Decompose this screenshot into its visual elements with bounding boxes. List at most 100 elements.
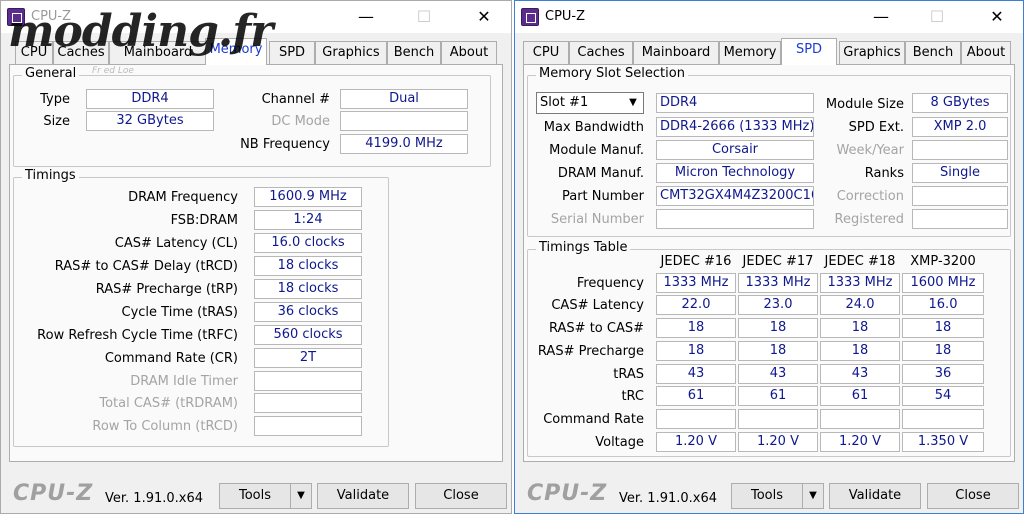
general-title: General <box>22 66 80 81</box>
tab-cpu[interactable]: CPU <box>523 41 569 65</box>
table-cell: 1333 MHz <box>820 273 900 293</box>
tab-graphics[interactable]: Graphics <box>315 41 387 65</box>
table-cell: 16.0 <box>902 295 984 315</box>
timing-value: 16.0 clocks <box>254 233 362 253</box>
ranks-value: Single <box>912 163 1008 183</box>
ranks-label: Ranks <box>864 166 904 181</box>
tools-button[interactable]: Tools <box>219 483 291 509</box>
cpuz-window-spd: CPU-Z — ☐ ✕ CPU Caches Mainboard Memory … <box>514 0 1024 514</box>
table-cell <box>902 409 984 429</box>
channel-value: Dual <box>340 89 468 109</box>
maximize-icon: ☐ <box>929 7 945 26</box>
timing-label: Cycle Time (tRAS) <box>121 305 239 320</box>
table-cell: 18 <box>656 341 736 361</box>
tab-about[interactable]: About <box>961 41 1011 65</box>
table-cell <box>738 409 818 429</box>
title-bar[interactable]: CPU-Z — ☐ ✕ <box>515 1 1023 33</box>
table-cell: 1.20 V <box>820 432 900 452</box>
minimize-icon[interactable]: — <box>871 7 891 27</box>
tools-button[interactable]: Tools <box>731 483 803 509</box>
week-year-label: Week/Year <box>836 143 904 158</box>
tab-bench[interactable]: Bench <box>387 41 441 65</box>
tab-spd[interactable]: SPD <box>781 38 837 65</box>
registered-value <box>912 209 1008 229</box>
table-cell: 61 <box>820 386 900 406</box>
tab-cpu[interactable]: CPU <box>15 41 53 65</box>
timing-label: CAS# Latency (CL) <box>114 236 238 251</box>
table-cell: 43 <box>656 364 736 384</box>
timing-label: Row To Column (tRCD) <box>92 419 238 434</box>
version-label: Ver. 1.91.0.x64 <box>105 491 204 506</box>
table-cell: 43 <box>820 364 900 384</box>
timings-table-group: Timings Table JEDEC #16 JEDEC #17 JEDEC … <box>527 240 1011 457</box>
serial-number-label: Serial Number <box>550 212 644 227</box>
timing-label: Total CAS# (tRDRAM) <box>99 396 238 411</box>
tab-bench[interactable]: Bench <box>905 41 961 65</box>
tab-caches[interactable]: Caches <box>569 41 633 65</box>
tab-graphics[interactable]: Graphics <box>839 41 905 65</box>
size-label: Size <box>43 114 70 129</box>
tab-mainboard[interactable]: Mainboard <box>633 41 719 65</box>
tab-spd[interactable]: SPD <box>269 41 315 65</box>
row-label: tRAS <box>613 367 644 382</box>
column-header: XMP-3200 <box>910 254 976 269</box>
close-button[interactable]: Close <box>927 483 1019 509</box>
minimize-icon[interactable]: — <box>356 7 376 27</box>
slot-selection-title: Memory Slot Selection <box>536 66 688 81</box>
channel-label: Channel # <box>261 92 330 107</box>
timing-value <box>254 416 362 436</box>
table-cell: 18 <box>902 341 984 361</box>
part-number-value: CMT32GX4M4Z3200C16 <box>656 186 814 206</box>
dram-manuf-label: DRAM Manuf. <box>557 166 644 181</box>
close-icon[interactable]: ✕ <box>474 7 494 27</box>
row-label: tRC <box>621 389 644 404</box>
timings-group: Timings DRAM Frequency 1600.9 MHz FSB:DR… <box>13 168 389 447</box>
tab-memory[interactable]: Memory <box>719 41 781 65</box>
timings-table-title: Timings Table <box>536 240 631 255</box>
timing-label: DRAM Idle Timer <box>130 374 238 389</box>
timing-label: Command Rate (CR) <box>104 351 238 366</box>
cpuz-window-memory: CPU-Z — ☐ ✕ CPU Caches Mainboard Memory … <box>0 0 512 514</box>
tools-dropdown-icon[interactable]: ▼ <box>290 483 312 509</box>
row-label: RAS# Precharge <box>537 344 644 359</box>
timing-value: 2T <box>254 348 362 368</box>
row-label: CAS# Latency <box>551 298 644 313</box>
close-icon[interactable]: ✕ <box>987 7 1007 27</box>
tools-dropdown-icon[interactable]: ▼ <box>802 483 824 509</box>
correction-value <box>912 186 1008 206</box>
nb-frequency-value: 4199.0 MHz <box>340 134 468 154</box>
size-value: 32 GBytes <box>86 111 214 131</box>
serial-number-value <box>656 209 814 229</box>
dram-manuf-value: Micron Technology <box>656 163 814 183</box>
table-cell: 18 <box>820 318 900 338</box>
dc-mode-label: DC Mode <box>271 114 330 129</box>
tab-about[interactable]: About <box>441 41 497 65</box>
memory-panel: General Type DDR4 Size 32 GBytes Channel… <box>9 64 503 462</box>
slot-select[interactable]: Slot #1 ▼ <box>536 92 644 114</box>
table-cell: 23.0 <box>738 295 818 315</box>
tab-mainboard[interactable]: Mainboard <box>109 41 207 65</box>
watermark-subtext: Fr ed Loe <box>92 66 134 76</box>
timing-value: 560 clocks <box>254 325 362 345</box>
window-title: CPU-Z <box>545 9 586 24</box>
part-number-label: Part Number <box>561 189 644 204</box>
timing-value: 18 clocks <box>254 256 362 276</box>
validate-button[interactable]: Validate <box>317 483 409 509</box>
timing-label: FSB:DRAM <box>170 213 238 228</box>
module-manuf-label: Module Manuf. <box>549 143 644 158</box>
cpuz-brand-logo: CPU-Z <box>527 481 608 506</box>
timing-value: 36 clocks <box>254 302 362 322</box>
tab-caches[interactable]: Caches <box>53 41 109 65</box>
cpuz-app-icon <box>7 8 25 26</box>
module-size-label: Module Size <box>825 97 904 112</box>
memory-slot-selection-group: Memory Slot Selection Slot #1 ▼ DDR4 Mod… <box>527 66 1011 237</box>
tab-memory[interactable]: Memory <box>205 38 267 65</box>
chevron-down-icon[interactable]: ▼ <box>625 95 641 111</box>
validate-button[interactable]: Validate <box>829 483 921 509</box>
registered-label: Registered <box>834 212 905 227</box>
table-cell: 1.350 V <box>902 432 984 452</box>
title-bar[interactable]: CPU-Z — ☐ ✕ <box>1 1 511 33</box>
table-cell: 18 <box>656 318 736 338</box>
close-button[interactable]: Close <box>415 483 507 509</box>
week-year-value <box>912 140 1008 160</box>
